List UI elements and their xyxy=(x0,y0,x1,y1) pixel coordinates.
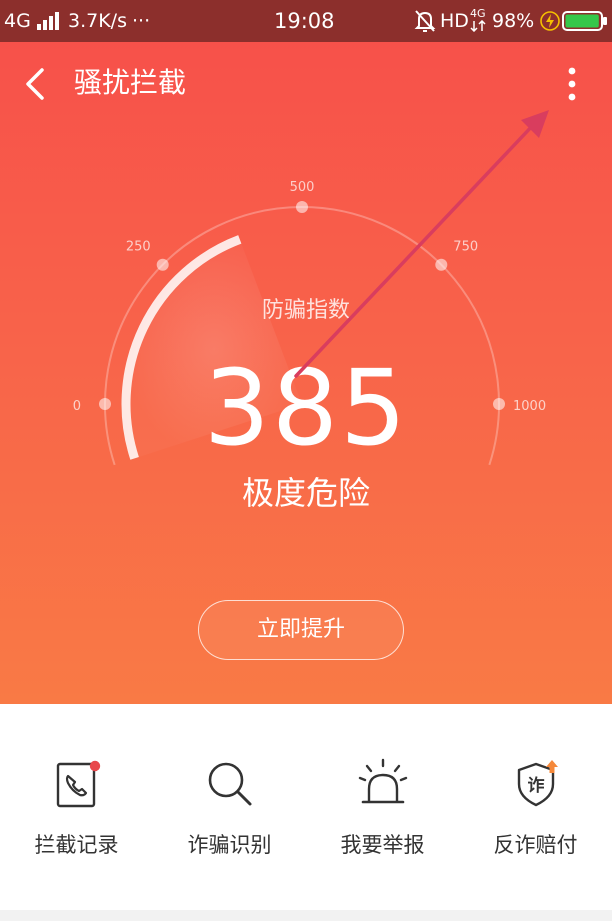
status-bar: 4G 3.7K/s ··· 19:08 HD 4G 98% xyxy=(0,0,612,42)
shield-character: 诈 xyxy=(527,776,544,796)
gauge-tick-label: 0 xyxy=(73,399,81,414)
gauge-tick-dot xyxy=(156,258,169,271)
shield-fraud-icon: 诈 xyxy=(517,760,558,807)
feature-label: 我要举报 xyxy=(340,833,425,857)
gauge-tick-label: 250 xyxy=(126,240,151,255)
hd-indicator: HD xyxy=(440,10,469,32)
charging-bolt-icon xyxy=(540,11,560,31)
upgrade-arrow-icon xyxy=(545,760,558,773)
bottom-divider xyxy=(0,910,612,921)
feature-fraud-detection[interactable]: 诈骗识别 xyxy=(153,758,306,878)
bell-muted-icon xyxy=(414,10,436,32)
feature-label: 诈骗识别 xyxy=(187,833,272,857)
risk-level: 极度危险 xyxy=(241,474,370,512)
gauge-tick-label: 750 xyxy=(453,240,478,255)
more-notifications-indicator: ··· xyxy=(132,10,151,32)
anti-fraud-hero: 骚扰拦截 0 250 500 750 1000 防骗指数 385 极度危险 立即提升 xyxy=(0,42,612,704)
small-network-type: 4G xyxy=(470,7,486,20)
clock: 19:08 xyxy=(274,9,335,33)
network-type: 4G xyxy=(4,10,31,32)
gauge-tick-dot xyxy=(493,398,505,410)
search-icon xyxy=(208,762,251,806)
boost-now-button[interactable]: 立即提升 xyxy=(198,600,404,660)
gauge-tick-label: 1000 xyxy=(513,399,546,414)
data-arrows-icon xyxy=(470,20,486,32)
feature-label: 反诈赔付 xyxy=(493,833,578,857)
gauge-tick-label: 500 xyxy=(290,180,315,195)
network-speed: 3.7K/s xyxy=(68,10,127,32)
fraud-index-caption: 防骗指数 xyxy=(261,298,350,323)
battery-percent: 98% xyxy=(492,10,535,32)
phone-record-icon xyxy=(56,760,100,808)
fraud-index-score: 385 xyxy=(203,347,409,469)
gauge-tick-dot xyxy=(435,258,448,271)
signal-icon xyxy=(37,12,59,30)
feature-grid: 拦截记录 诈骗识别 我要举报 诈 反诈赔付 xyxy=(0,704,612,910)
gauge-tick-dot xyxy=(296,201,308,213)
gauge-tick-dot xyxy=(99,398,111,410)
alarm-siren-icon xyxy=(358,758,407,804)
feature-label: 拦截记录 xyxy=(34,833,119,857)
battery-icon xyxy=(562,11,607,31)
feature-report[interactable]: 我要举报 xyxy=(306,758,459,878)
feature-intercept-records[interactable]: 拦截记录 xyxy=(0,758,153,878)
feature-fraud-compensation[interactable]: 诈 反诈赔付 xyxy=(459,758,612,878)
